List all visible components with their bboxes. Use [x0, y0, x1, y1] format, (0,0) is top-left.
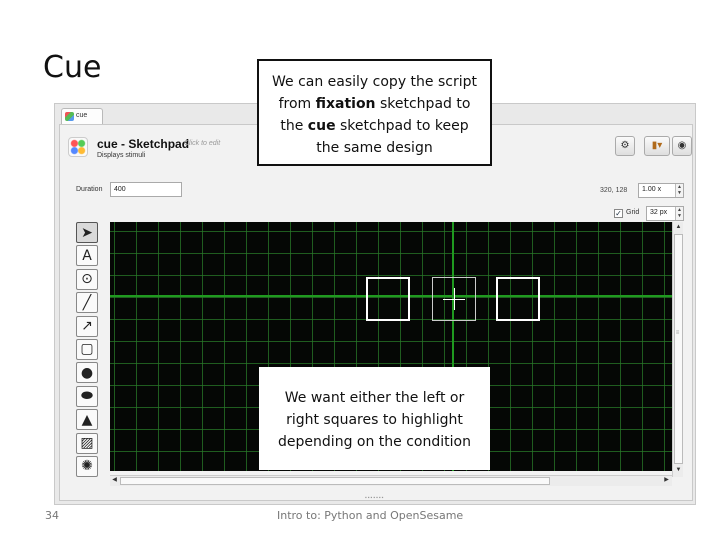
click-to-edit-hint: Click to edit	[184, 140, 221, 147]
slide-title: Cue	[43, 50, 102, 85]
callout-line: the same design	[316, 140, 433, 156]
view-menu-button[interactable]: ▮▾	[644, 136, 670, 156]
grid-size-spinbox[interactable]: 32 px ▲ ▼	[646, 206, 684, 221]
center-square[interactable]	[432, 277, 476, 321]
tool-button[interactable]: A	[76, 245, 98, 267]
sketchpad-icon	[68, 137, 88, 157]
cursor-coordinates: 320, 128	[600, 187, 628, 194]
grid-label: Grid	[626, 209, 640, 216]
callout-line: right squares to highlight	[286, 412, 463, 428]
callout-copy-script: We can easily copy the script from fixat…	[257, 59, 492, 166]
text-tool-icon: A	[82, 247, 92, 264]
duration-label: Duration	[76, 186, 103, 193]
callout-line: from fixation sketchpad to	[278, 96, 471, 112]
right-square[interactable]	[496, 277, 540, 321]
line-tool-icon: ╱	[82, 294, 92, 311]
item-title[interactable]: cue - Sketchpad	[97, 137, 189, 151]
help-icon: ◉	[677, 140, 687, 151]
scroll-right-icon[interactable]: ▶	[662, 476, 671, 485]
grid-size-value: 32 px	[650, 209, 668, 216]
tab-label: cue	[76, 112, 88, 119]
callout-line: We want either the left or	[284, 390, 465, 406]
callout-highlight-squares: We want either the left or right squares…	[259, 367, 490, 470]
fixation-cross-horizontal	[443, 299, 465, 300]
tool-button[interactable]: ⬬	[76, 385, 98, 407]
item-description[interactable]: Displays stimuli	[97, 152, 145, 159]
scroll-down-icon[interactable]: ▼	[674, 466, 683, 475]
help-button[interactable]: ◉	[672, 136, 692, 156]
script-icon: ▮▾	[651, 140, 663, 151]
duration-input[interactable]	[110, 182, 182, 197]
ellipse-tool-icon: ⬬	[81, 388, 93, 405]
scroll-up-icon[interactable]: ▲	[674, 223, 683, 232]
tool-button[interactable]: ➤	[76, 222, 98, 243]
spin-arrows-icon[interactable]: ▲ ▼	[675, 184, 683, 197]
sketchpad-tab-icon	[65, 112, 74, 121]
scroll-left-icon[interactable]: ◀	[110, 476, 119, 485]
pointer-tool-icon: ➤	[81, 224, 93, 241]
image-tool-icon: ▲	[81, 411, 93, 428]
slide-footer: Intro to: Python and OpenSesame	[277, 509, 464, 522]
tool-button[interactable]: ▢	[76, 338, 98, 360]
tool-button[interactable]: ╱	[76, 292, 98, 314]
tool-button[interactable]: ⊙	[76, 268, 98, 290]
gabor-tool-icon: ▨	[80, 435, 94, 452]
tool-button[interactable]: ▲	[76, 409, 98, 431]
tab-cue[interactable]: cue	[61, 108, 103, 124]
resize-grip-icon[interactable]: ▪▪▪▪▪▪▪	[365, 495, 395, 501]
zoom-spinbox[interactable]: 1.00 x ▲ ▼	[638, 183, 684, 198]
horizontal-scroll-thumb[interactable]	[120, 477, 550, 485]
noise-tool-icon: ✺	[81, 458, 93, 475]
vertical-scrollbar[interactable]: ▲ ≡ ▼	[672, 222, 683, 477]
arrow-tool-icon: ↗	[81, 318, 93, 335]
tool-button[interactable]: ✺	[76, 455, 98, 477]
zoom-value: 1.00 x	[642, 186, 662, 193]
callout-line: the cue sketchpad to keep	[280, 118, 469, 134]
left-square[interactable]	[366, 277, 410, 321]
fixdot-tool-icon: ⊙	[81, 271, 93, 288]
horizontal-scrollbar[interactable]: ◀ ▶	[110, 475, 672, 486]
callout-line: depending on the condition	[278, 434, 471, 450]
tool-button[interactable]: ▨	[76, 432, 98, 454]
settings-button[interactable]: ⚙	[615, 136, 635, 156]
tool-button[interactable]: ↗	[76, 315, 98, 337]
rect-tool-icon: ▢	[80, 341, 94, 358]
tool-button[interactable]: ●	[76, 362, 98, 384]
grid-checkbox[interactable]: ✓	[614, 209, 623, 218]
page-number: 34	[45, 509, 59, 522]
scroll-grip-icon: ≡	[675, 330, 680, 336]
spin-arrows-icon[interactable]: ▲ ▼	[675, 207, 683, 220]
drawing-toolbar: ➤ A ⊙ ╱ ↗ ▢ ● ⬬ ▲ ▨ ✺	[76, 222, 100, 479]
circle-tool-icon: ●	[80, 364, 94, 381]
callout-line: We can easily copy the script	[271, 74, 477, 90]
vertical-scroll-thumb[interactable]	[674, 234, 683, 464]
gear-icon: ⚙	[620, 140, 630, 151]
